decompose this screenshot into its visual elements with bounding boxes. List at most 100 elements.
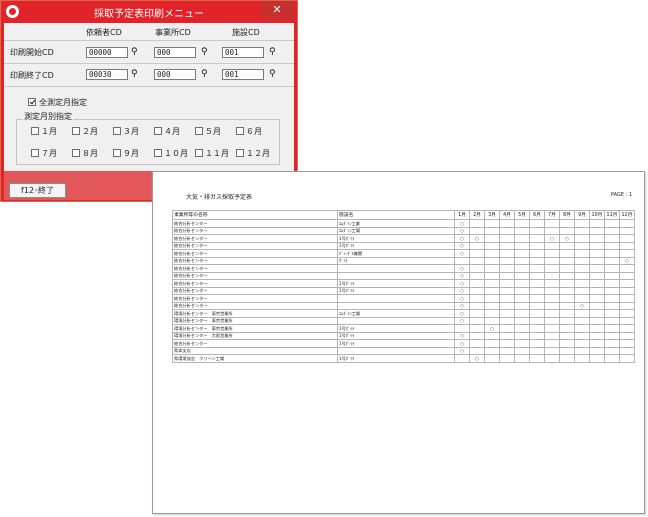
- all-months-checkbox[interactable]: [28, 98, 36, 106]
- header-month: 3月: [484, 210, 500, 220]
- month-checkbox-4[interactable]: [154, 127, 162, 135]
- row-month-cell: [604, 241, 620, 250]
- row-month-cell: [469, 264, 485, 273]
- start-facility-input[interactable]: 001: [222, 47, 264, 58]
- row-month-cell: [529, 241, 545, 250]
- month-label: １２月: [246, 149, 270, 158]
- row-month-cell: [589, 346, 605, 355]
- row-name: 総合分析センター: [172, 286, 338, 295]
- binoculars-icon[interactable]: ⚲: [201, 69, 208, 79]
- binoculars-icon[interactable]: ⚲: [131, 69, 138, 79]
- binoculars-icon[interactable]: ⚲: [269, 69, 276, 79]
- row-month-cell: [544, 219, 560, 228]
- row-facility: 1号ﾎﾞｲﾗ: [337, 339, 455, 348]
- row-month-cell: [529, 226, 545, 235]
- row-month-cell: [469, 271, 485, 280]
- row-month-cell: [589, 324, 605, 333]
- row-month-cell: [619, 309, 635, 318]
- row-month-cell: [589, 279, 605, 288]
- row-facility: [337, 294, 455, 303]
- binoculars-icon[interactable]: ⚲: [201, 47, 208, 57]
- row-facility: ﾃﾞｨｰｾﾞﾙ機関: [337, 249, 455, 258]
- row-month-cell: ○: [469, 354, 485, 363]
- row-month-cell: [574, 294, 590, 303]
- month-checkbox-1[interactable]: [31, 127, 39, 135]
- divider: [4, 40, 294, 41]
- table-header-row: 事業所等の名称 施設名 1月 2月 3月 4月 5月 6月 7月 8月 9月 1…: [172, 210, 635, 220]
- row-name: 総合分析センター: [172, 256, 338, 265]
- row-month-cell: [559, 301, 575, 310]
- row-month-cell: [619, 331, 635, 340]
- binoculars-icon[interactable]: ⚲: [269, 47, 276, 57]
- header-month: 7月: [544, 210, 560, 220]
- month-label: ５月: [205, 127, 221, 136]
- row-name: 総合分析センター: [172, 294, 338, 303]
- month-label: ８月: [82, 149, 98, 158]
- row-month-cell: [574, 234, 590, 243]
- row-month-cell: [559, 219, 575, 228]
- month-checkbox-7[interactable]: [31, 149, 39, 157]
- month-checkbox-5[interactable]: [195, 127, 203, 135]
- table-row: 総合分析センター ﾎﾞｲﾗ ○: [172, 256, 635, 265]
- month-checkbox-9[interactable]: [113, 149, 121, 157]
- row-month-cell: [544, 294, 560, 303]
- row-month-cell: [619, 234, 635, 243]
- row-month-cell: [589, 331, 605, 340]
- exit-button[interactable]: f12･終了: [9, 183, 66, 198]
- row-month-cell: [619, 241, 635, 250]
- dialog-body: 依頼者CD 事業所CD 施設CD 印刷開始CD 00000 ⚲ 000 ⚲ 00…: [4, 23, 294, 171]
- row-month-cell: [589, 301, 605, 310]
- month-checkbox-12[interactable]: [236, 149, 244, 157]
- month-checkbox-10[interactable]: [154, 149, 162, 157]
- month-checkbox-3[interactable]: [113, 127, 121, 135]
- row-month-cell: [604, 264, 620, 273]
- month-checkbox-8[interactable]: [72, 149, 80, 157]
- row-month-cell: [499, 309, 515, 318]
- month-checkbox-11[interactable]: [195, 149, 203, 157]
- row-month-cell: [604, 256, 620, 265]
- row-month-cell: ○: [574, 301, 590, 310]
- row-name: 環境分析センター 大阪営業所: [172, 331, 338, 340]
- row-month-cell: [559, 226, 575, 235]
- row-month-cell: ○: [454, 331, 470, 340]
- row-month-cell: ○: [454, 219, 470, 228]
- row-facility: ｴﾑﾀﾞｲﾝ工場: [337, 309, 455, 318]
- row-month-cell: [514, 301, 530, 310]
- row-month-cell: [499, 249, 515, 258]
- header-name: 事業所等の名称: [172, 210, 338, 220]
- row-month-cell: [559, 354, 575, 363]
- divider: [4, 63, 294, 64]
- row-month-cell: [619, 264, 635, 273]
- row-name: 環境分析センター 東京営業所: [172, 309, 338, 318]
- row-month-cell: [619, 294, 635, 303]
- end-requester-input[interactable]: 00030: [86, 69, 128, 80]
- row-month-cell: [529, 294, 545, 303]
- row-facility: [337, 346, 455, 355]
- start-requester-input[interactable]: 00000: [86, 47, 128, 58]
- row-month-cell: [589, 271, 605, 280]
- row-month-cell: [484, 264, 500, 273]
- row-month-cell: [529, 316, 545, 325]
- row-facility: ｴﾑﾀﾞｲﾝ工場: [337, 226, 455, 235]
- row-month-cell: ○: [454, 294, 470, 303]
- row-month-cell: [574, 264, 590, 273]
- row-month-cell: [469, 339, 485, 348]
- row-month-cell: [544, 354, 560, 363]
- month-group-title: 測定月別指定: [23, 111, 73, 122]
- close-button[interactable]: ✕: [260, 1, 294, 19]
- start-office-input[interactable]: 000: [154, 47, 196, 58]
- row-month-cell: [499, 331, 515, 340]
- binoculars-icon[interactable]: ⚲: [131, 47, 138, 57]
- end-facility-input[interactable]: 001: [222, 69, 264, 80]
- row-month-cell: ○: [454, 316, 470, 325]
- row-month-cell: [544, 264, 560, 273]
- row-month-cell: ○: [454, 241, 470, 250]
- table-row: 県環境協会 クリーン工場 1号ﾎﾞｲﾗ ○: [172, 354, 635, 363]
- row-month-cell: [484, 301, 500, 310]
- row-month-cell: [514, 279, 530, 288]
- end-office-input[interactable]: 000: [154, 69, 196, 80]
- row-month-cell: [604, 226, 620, 235]
- row-month-cell: [484, 309, 500, 318]
- month-checkbox-6[interactable]: [236, 127, 244, 135]
- month-checkbox-2[interactable]: [72, 127, 80, 135]
